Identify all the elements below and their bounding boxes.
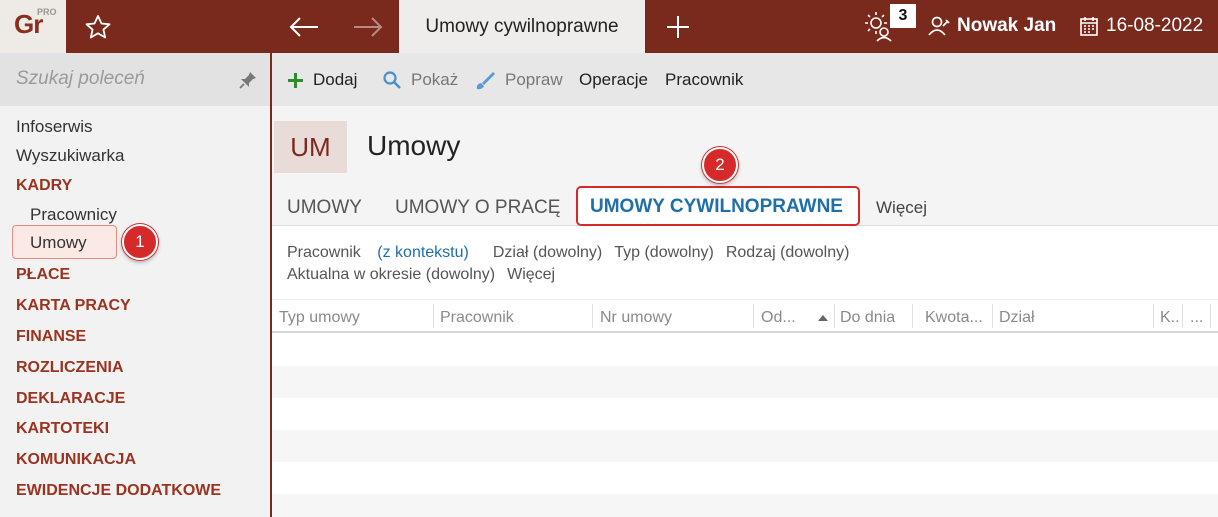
sidebar-category-kartoteki[interactable]: KARTOTEKI bbox=[16, 420, 109, 438]
calendar-icon bbox=[1080, 16, 1098, 36]
filter-department[interactable]: Dział (dowolny) bbox=[493, 244, 602, 261]
sort-ascending-icon[interactable] bbox=[817, 314, 829, 322]
filter-type[interactable]: Typ (dowolny) bbox=[614, 244, 714, 261]
column-kwota[interactable]: Kwota... bbox=[925, 309, 983, 327]
add-button[interactable]: Dodaj bbox=[287, 68, 357, 92]
magnifier-icon bbox=[383, 71, 401, 89]
column-separator[interactable] bbox=[992, 304, 993, 328]
sidebar-category-ewidencje-dodatkowe[interactable]: EWIDENCJE DODATKOWE bbox=[16, 482, 221, 500]
filter-employee-label: Pracownik bbox=[287, 244, 361, 261]
column-more[interactable]: ... bbox=[1190, 309, 1203, 327]
employee-button[interactable]: Pracownik bbox=[665, 68, 743, 92]
grid-header: Typ umowy Pracownik Nr umowy Od... Do dn… bbox=[272, 299, 1218, 333]
date-picker[interactable]: 16-08-2022 bbox=[1080, 11, 1203, 41]
tabs-more-link[interactable]: Więcej bbox=[876, 198, 927, 218]
column-separator[interactable] bbox=[1153, 304, 1154, 328]
tab-umowy-cywilnoprawne-label: UMOWY CYWILNOPRAWNE bbox=[590, 196, 843, 217]
tab-umowy-cywilnoprawne[interactable]: UMOWY CYWILNOPRAWNE bbox=[576, 186, 860, 226]
column-separator[interactable] bbox=[592, 304, 593, 328]
sidebar-item-pracownicy[interactable]: Pracownicy bbox=[30, 205, 117, 225]
app-logo[interactable]: Gr PRO bbox=[0, 0, 66, 53]
show-button[interactable]: Pokaż bbox=[382, 68, 458, 92]
command-search[interactable]: Szukaj poleceń bbox=[0, 53, 270, 106]
column-separator[interactable] bbox=[1182, 304, 1183, 328]
top-bar: Gr PRO Umowy cywilnoprawne 3 Nowak Jan 1… bbox=[0, 0, 1218, 53]
sidebar-category-finanse[interactable]: FINANSE bbox=[16, 328, 86, 346]
module-badge: UM bbox=[274, 121, 347, 173]
sidebar-category-kadry[interactable]: KADRY bbox=[16, 177, 72, 195]
column-separator[interactable] bbox=[1210, 304, 1211, 328]
column-dzial[interactable]: Dział bbox=[999, 309, 1035, 327]
filter-employee-value[interactable]: (z kontekstu) bbox=[377, 244, 469, 261]
column-separator[interactable] bbox=[834, 304, 835, 328]
page-header: UM Umowy bbox=[272, 106, 1218, 188]
back-arrow-icon[interactable] bbox=[284, 10, 324, 44]
column-separator[interactable] bbox=[753, 304, 754, 328]
sidebar-category-rozliczenia[interactable]: ROZLICZENIA bbox=[16, 359, 124, 377]
filter-period[interactable]: Aktualna w okresie (dowolny) bbox=[287, 266, 495, 283]
step-marker-1: 1 bbox=[122, 224, 158, 260]
pin-icon[interactable] bbox=[238, 70, 258, 90]
show-button-label: Pokaż bbox=[411, 70, 459, 89]
current-date: 16-08-2022 bbox=[1106, 15, 1204, 36]
add-button-label: Dodaj bbox=[313, 70, 358, 89]
table-row bbox=[272, 430, 1218, 462]
user-menu[interactable]: Nowak Jan bbox=[928, 11, 1056, 41]
new-tab-plus-icon[interactable] bbox=[660, 10, 696, 44]
logo-badge: PRO bbox=[37, 7, 57, 17]
sidebar-category-place[interactable]: PŁACE bbox=[16, 266, 70, 284]
column-pracownik[interactable]: Pracownik bbox=[440, 309, 514, 327]
filter-kind[interactable]: Rodzaj (dowolny) bbox=[726, 244, 850, 261]
column-od[interactable]: Od... bbox=[761, 309, 796, 327]
sidebar-item-wyszukiwarka[interactable]: Wyszukiwarka bbox=[16, 146, 124, 166]
column-nr-umowy[interactable]: Nr umowy bbox=[600, 309, 672, 327]
column-separator[interactable] bbox=[433, 304, 434, 328]
active-window-tab[interactable]: Umowy cywilnoprawne bbox=[399, 0, 645, 53]
action-toolbar: Dodaj Pokaż Popraw Operacje Pracownik bbox=[272, 53, 1218, 106]
filter-bar: Pracownik (z kontekstu) Dział (dowolny) Ty… bbox=[287, 242, 861, 286]
column-separator[interactable] bbox=[912, 304, 913, 328]
column-k[interactable]: K.. bbox=[1160, 309, 1180, 327]
table-row bbox=[272, 494, 1218, 517]
user-name: Nowak Jan bbox=[957, 15, 1057, 36]
sidebar-category-deklaracje[interactable]: DEKLARACJE bbox=[16, 390, 125, 408]
filter-more[interactable]: Więcej bbox=[507, 266, 555, 283]
sidebar-category-komunikacja[interactable]: KOMUNIKACJA bbox=[16, 451, 136, 469]
operations-button[interactable]: Operacje bbox=[579, 68, 648, 92]
user-icon bbox=[928, 16, 950, 36]
sidebar: Szukaj poleceń Infoserwis Wyszukiwarka K… bbox=[0, 53, 272, 517]
tab-umowy-o-prace[interactable]: UMOWY O PRACĘ bbox=[395, 197, 560, 219]
table-row bbox=[272, 366, 1218, 398]
favorites-star-icon[interactable] bbox=[80, 10, 116, 44]
tab-umowy[interactable]: UMOWY bbox=[287, 197, 362, 219]
filter-employee[interactable]: Pracownik (z kontekstu) bbox=[287, 244, 481, 261]
main-content: UM Umowy UMOWY UMOWY O PRACĘ Więcej UMOW… bbox=[272, 106, 1218, 517]
plus-icon bbox=[288, 72, 303, 88]
sidebar-item-infoserwis[interactable]: Infoserwis bbox=[16, 117, 93, 137]
forward-arrow-icon[interactable] bbox=[348, 10, 388, 44]
step-marker-2: 2 bbox=[702, 147, 738, 183]
edit-button[interactable]: Popraw bbox=[474, 68, 563, 92]
sidebar-category-karta-pracy[interactable]: KARTA PRACY bbox=[16, 297, 131, 315]
edit-button-label: Popraw bbox=[505, 70, 563, 89]
sidebar-item-umowy[interactable]: Umowy bbox=[30, 233, 87, 253]
page-title: Umowy bbox=[367, 130, 461, 161]
column-typ-umowy[interactable]: Typ umowy bbox=[279, 309, 360, 327]
search-input[interactable]: Szukaj poleceń bbox=[16, 68, 145, 90]
notification-count-badge[interactable]: 3 bbox=[890, 4, 916, 28]
brush-icon bbox=[476, 72, 495, 90]
column-do-dnia[interactable]: Do dnia bbox=[840, 309, 895, 327]
